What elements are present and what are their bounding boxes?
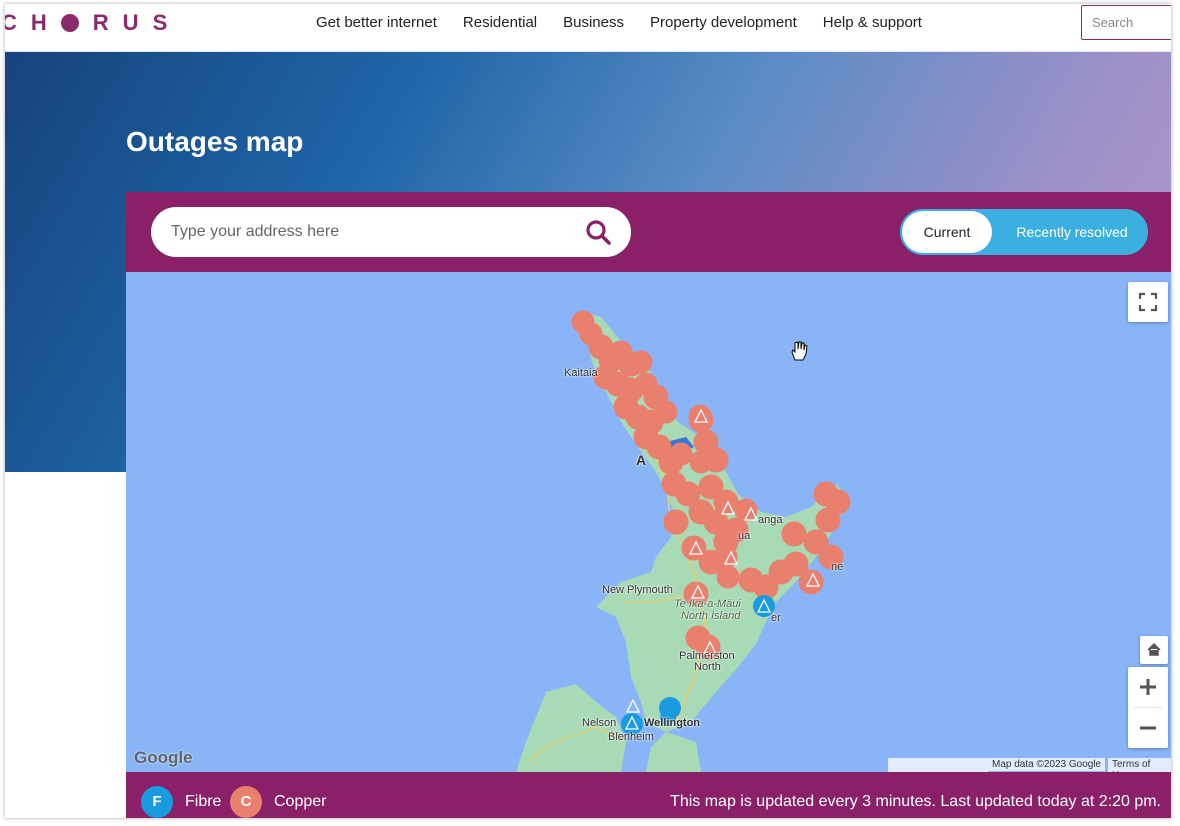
map-attribution: Map data ©2023 Google <box>988 758 1106 771</box>
google-logo: Google <box>134 748 193 767</box>
address-search-input[interactable] <box>171 207 571 257</box>
map-label-te-ika-a-maui: Te Ika-a-Māui <box>674 598 741 610</box>
map-legend: F Fibre C Copper This map is updated eve… <box>126 772 1171 818</box>
fullscreen-icon <box>1138 292 1158 312</box>
map-label-new-plymouth: New Plymouth <box>602 584 673 596</box>
zoom-in-button[interactable] <box>1128 667 1168 707</box>
logo-letter-u: U <box>122 10 153 35</box>
address-search <box>151 207 631 257</box>
keyboard-shortcuts[interactable] <box>888 758 988 772</box>
map-label-gisborne: ne <box>831 561 844 573</box>
logo-letter-s: S <box>152 10 182 35</box>
toggle-current[interactable]: Current <box>902 211 992 253</box>
map-label-auckland: A <box>636 452 647 468</box>
map-label-tauranga: anga <box>758 514 783 526</box>
hand-cursor-icon <box>791 341 808 361</box>
main-nav: Get better internet Residential Business… <box>316 14 948 32</box>
map-label-wellington: Wellington <box>644 717 701 729</box>
toggle-recently-resolved[interactable]: Recently resolved <box>998 211 1146 253</box>
logo-letter-c: C <box>5 10 31 35</box>
last-updated-text: This map is updated every 3 minutes. Las… <box>670 793 1161 810</box>
map-label-kaitaia: Kaitaia <box>564 367 598 379</box>
search-icon[interactable] <box>585 219 611 245</box>
zoom-out-button[interactable] <box>1128 708 1168 748</box>
copper-legend-dot: C <box>230 786 262 818</box>
copper-legend-label: Copper <box>274 793 327 810</box>
logo-dot <box>60 14 79 32</box>
chorus-logo[interactable]: C H R U S <box>5 10 181 36</box>
home-icon <box>1147 642 1161 656</box>
nav-get-better-internet[interactable]: Get better internet <box>316 14 437 32</box>
site-header: C H R U S Get better internet Residentia… <box>5 4 1171 52</box>
map-canvas <box>516 310 851 772</box>
home-button[interactable] <box>1140 636 1168 664</box>
fullscreen-button[interactable] <box>1128 282 1168 322</box>
nav-business[interactable]: Business <box>563 14 624 32</box>
page-title: Outages map <box>126 126 304 157</box>
outages-map[interactable]: Kaitaia A anga ua ne New Plymouth Te Ika… <box>126 272 1171 772</box>
browser-frame: C H R U S Get better internet Residentia… <box>5 4 1171 818</box>
site-search-input[interactable]: Search <box>1081 5 1171 40</box>
logo-letter-r: R <box>92 10 123 35</box>
logo-letter-h: H <box>30 10 61 35</box>
view-toggle: Current Recently resolved <box>900 209 1148 255</box>
terms-of-use-link[interactable]: Terms of Use <box>1108 758 1171 772</box>
outages-panel: Current Recently resolved <box>126 192 1171 818</box>
map-label-north: North <box>694 661 721 673</box>
south-island-east-land <box>646 732 701 772</box>
nav-help-support[interactable]: Help & support <box>823 14 922 32</box>
map-label-blenheim: Blenheim <box>608 731 654 743</box>
map-label-north-island: North Island <box>681 610 741 622</box>
map-label-rotorua: ua <box>738 530 751 542</box>
nav-residential[interactable]: Residential <box>463 14 537 32</box>
nav-property-development[interactable]: Property development <box>650 14 797 32</box>
fibre-legend-dot: F <box>141 786 173 818</box>
fibre-legend-label: Fibre <box>185 793 222 810</box>
map-label-nelson: Nelson <box>582 717 617 729</box>
map-label-napier: er <box>771 612 781 624</box>
